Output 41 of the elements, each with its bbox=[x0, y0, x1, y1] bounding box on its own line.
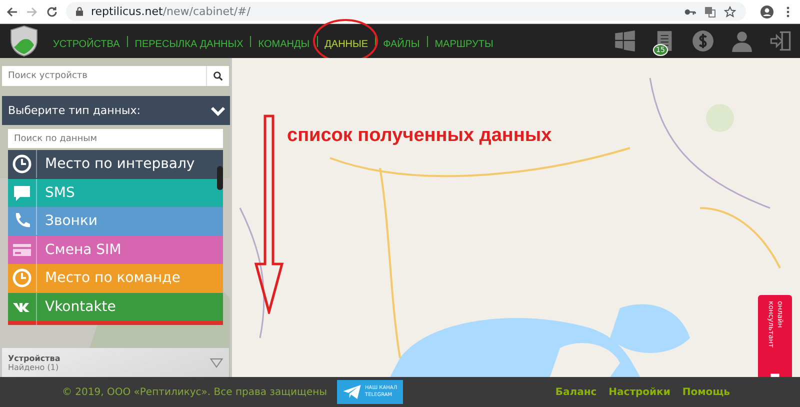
logout-icon[interactable] bbox=[770, 30, 792, 52]
annotation-text: список полученных данных bbox=[287, 125, 552, 147]
search-icon[interactable] bbox=[213, 71, 223, 81]
clock-icon bbox=[12, 154, 32, 174]
footer-link[interactable]: Баланс bbox=[555, 386, 597, 398]
triangle-down-icon[interactable] bbox=[210, 358, 223, 368]
devices-panel[interactable]: Устройства Найдено (1) bbox=[2, 348, 229, 377]
address-bar[interactable]: reptilicus.net/new/cabinet/#/ bbox=[66, 2, 746, 21]
data-type-header[interactable]: Выберите тип данных: bbox=[2, 96, 230, 125]
lock-icon bbox=[76, 7, 83, 16]
footer-link[interactable]: Помощь bbox=[682, 386, 730, 398]
windows-icon[interactable] bbox=[614, 30, 636, 52]
shield-logo-icon[interactable] bbox=[10, 25, 38, 57]
paper-plane-icon bbox=[343, 385, 362, 399]
nav-tab[interactable]: ПЕРЕСЫЛКА ДАННЫХ bbox=[134, 38, 244, 50]
device-search-field[interactable]: Поиск устройств bbox=[2, 66, 206, 86]
nav-tab[interactable]: МАРШРУТЫ bbox=[434, 38, 494, 50]
header-title: Выберите тип данных: bbox=[8, 104, 140, 117]
clock-icon bbox=[12, 268, 32, 288]
data-type-item[interactable]: Vkontakte bbox=[8, 292, 223, 321]
devices-title: Устройства bbox=[8, 354, 60, 362]
data-type-item[interactable]: Смена SIM bbox=[8, 236, 223, 264]
account-icon[interactable] bbox=[760, 4, 774, 18]
reload-icon[interactable] bbox=[46, 6, 58, 18]
data-search-field[interactable]: Поиск по данным bbox=[8, 129, 223, 148]
dollar-icon[interactable] bbox=[692, 30, 714, 52]
copyright-text: © 2019, ООО «Рептиликус». Все права защищены bbox=[62, 386, 328, 398]
nav-tab[interactable]: КОМАНДЫ bbox=[258, 38, 310, 50]
data-type-item[interactable]: Место по интервалу bbox=[8, 150, 223, 178]
nav-tab[interactable]: УСТРОЙСТВА bbox=[53, 38, 120, 50]
url-text: reptilicus.net/new/cabinet/#/ bbox=[91, 5, 250, 18]
back-icon[interactable] bbox=[6, 6, 18, 18]
translate-icon[interactable] bbox=[704, 6, 716, 18]
nav-tab[interactable]: ФАЙЛЫ bbox=[383, 38, 420, 50]
nav-tab[interactable]: ДАННЫЕ bbox=[324, 38, 368, 50]
star-icon[interactable] bbox=[724, 6, 736, 18]
footer-link[interactable]: Настройки bbox=[608, 386, 670, 398]
chevron-down-icon[interactable] bbox=[210, 106, 226, 116]
devices-count: Найдено (1) bbox=[8, 362, 59, 372]
scrollbar[interactable] bbox=[217, 166, 223, 190]
user-icon[interactable] bbox=[731, 30, 753, 52]
